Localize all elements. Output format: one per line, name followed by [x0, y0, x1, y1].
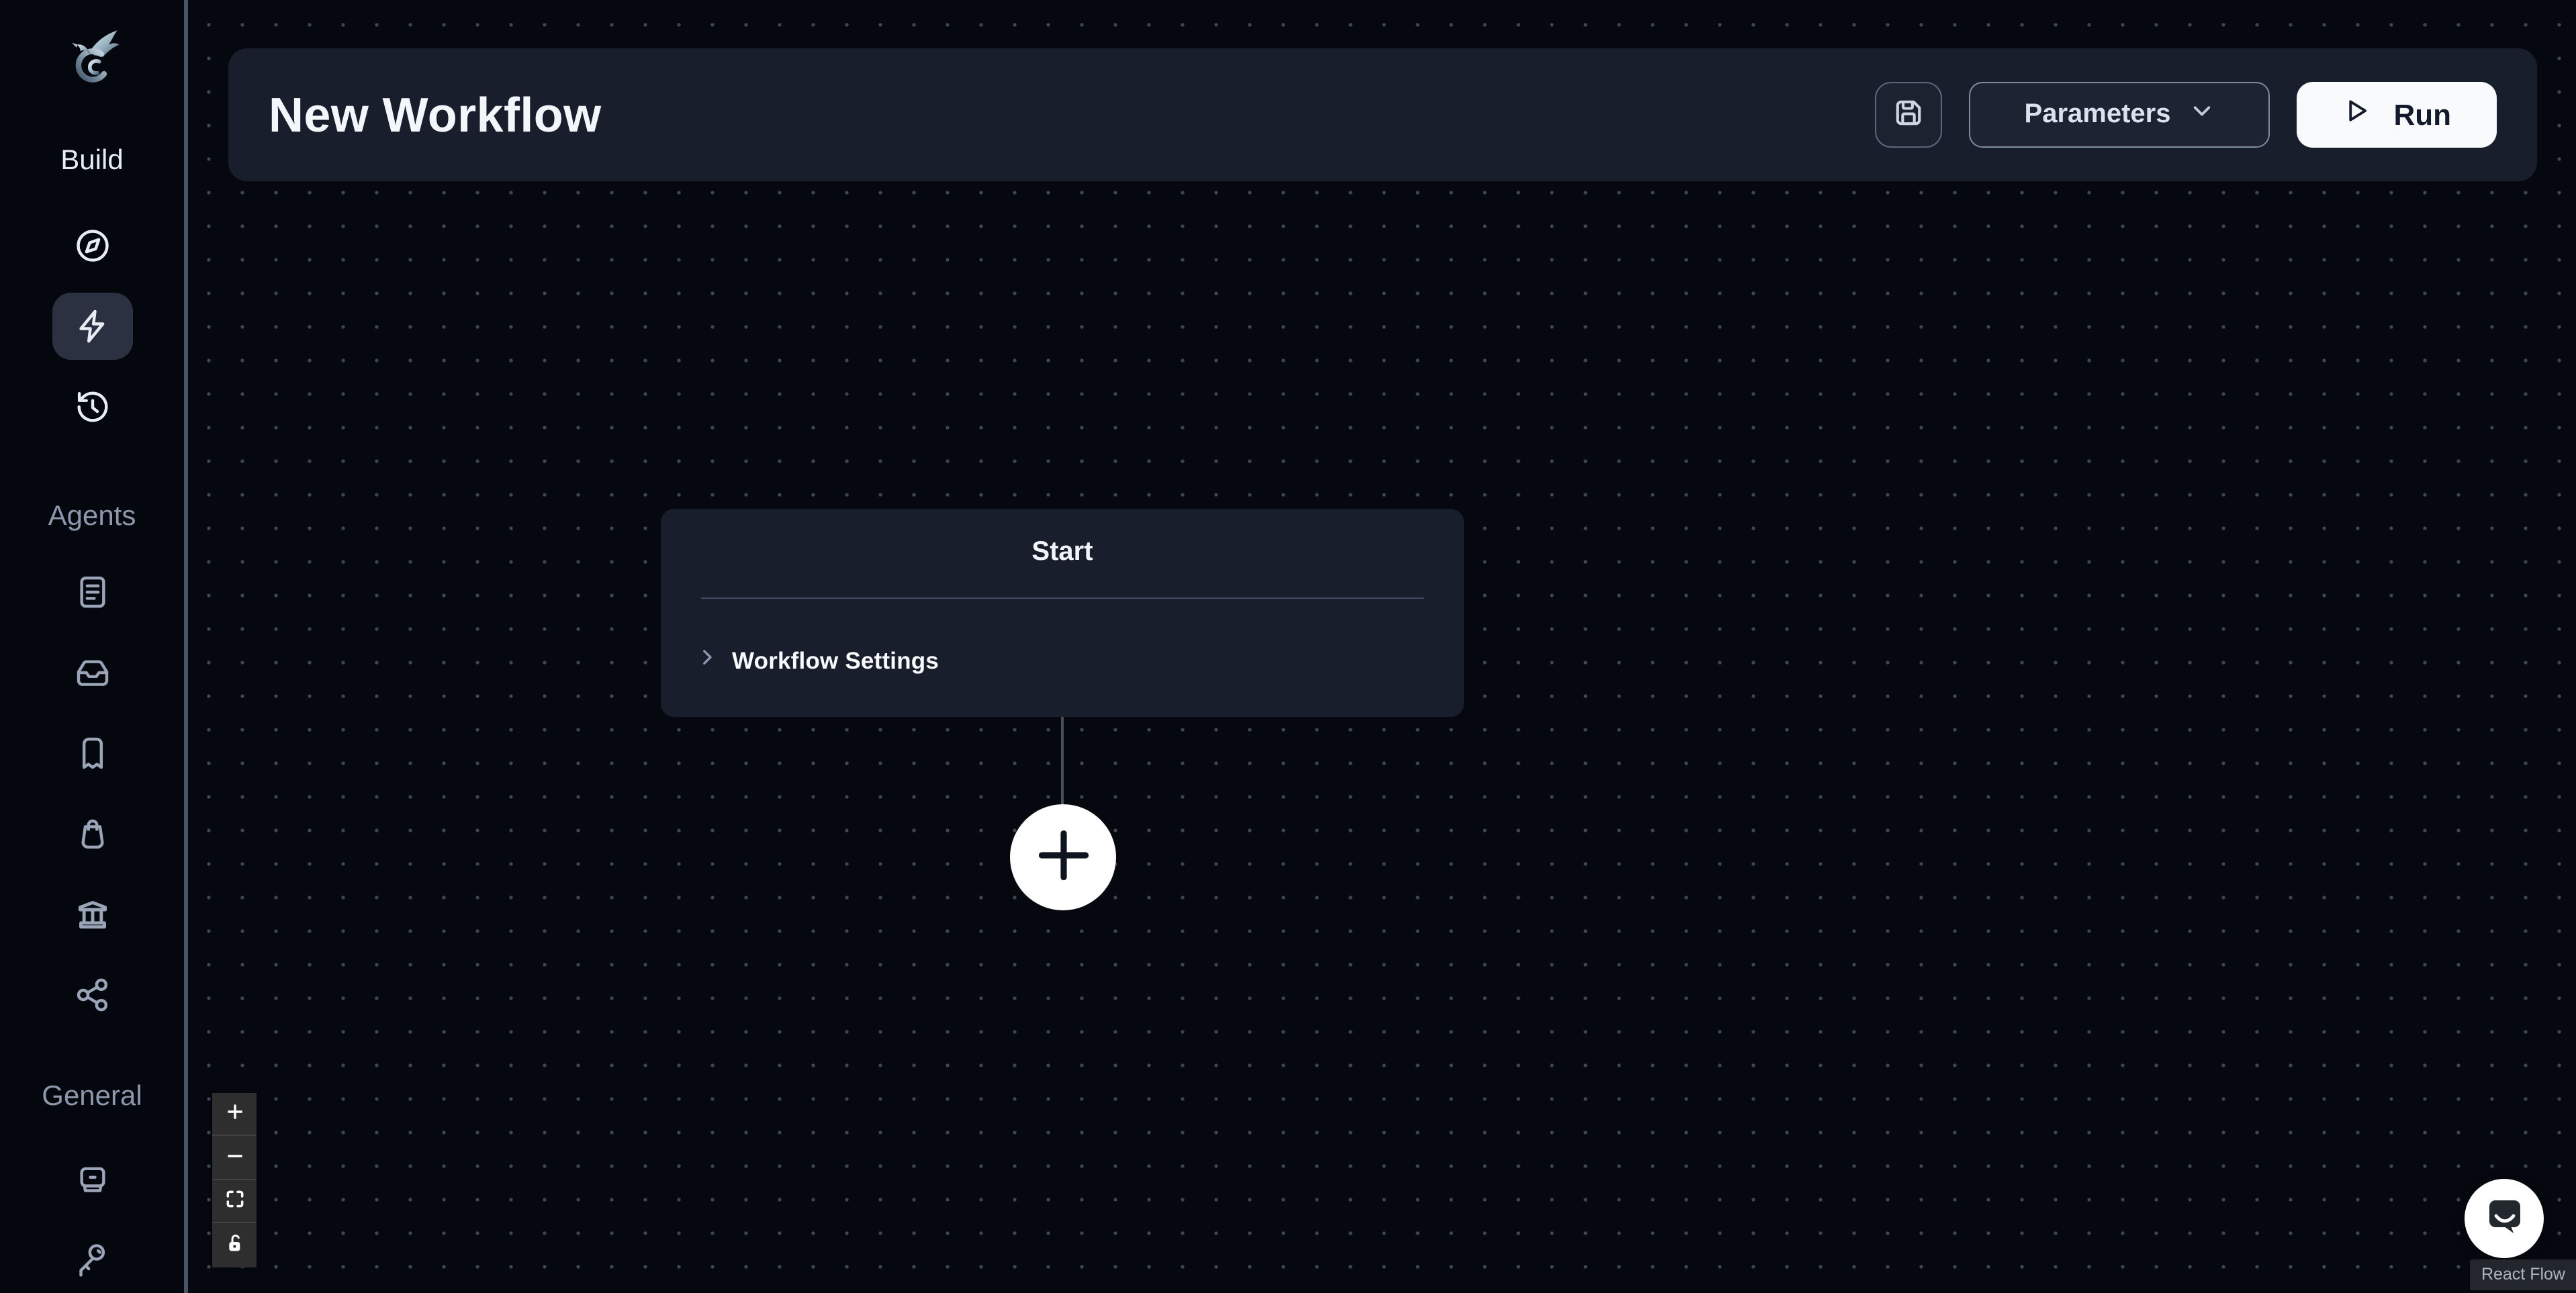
save-button[interactable] [1876, 82, 1943, 148]
sidebar-section-agents: Agents [48, 499, 136, 534]
chevron-down-icon [2189, 98, 2215, 132]
chat-launcher-button[interactable] [2465, 1179, 2544, 1258]
sidebar-section-general: General [42, 1080, 142, 1114]
start-node-title: Start [661, 537, 1464, 568]
workflow-settings-label: Workflow Settings [732, 646, 939, 675]
share-network-icon [73, 976, 111, 1014]
play-icon [2342, 97, 2371, 133]
receipt-icon [73, 734, 111, 772]
sidebar: Build [0, 0, 188, 1293]
bank-icon [73, 896, 111, 933]
parameters-label: Parameters [2025, 99, 2171, 130]
start-node[interactable]: Start Workflow Settings [661, 509, 1464, 717]
add-node-button[interactable] [1010, 804, 1116, 910]
notebook-icon [73, 573, 111, 611]
dragon-logo [53, 30, 131, 90]
lightning-bolt-icon [73, 307, 111, 345]
shopping-bag-icon [73, 815, 111, 853]
history-icon [73, 388, 111, 426]
parameters-button[interactable]: Parameters [1970, 82, 2270, 148]
fit-view-icon [224, 1188, 245, 1214]
flow-canvas[interactable]: New Workflow Parameters [188, 0, 2576, 1293]
workflow-title[interactable]: New Workflow [269, 87, 602, 143]
inbox-icon [73, 654, 111, 691]
sidebar-item-history[interactable] [52, 373, 132, 440]
lock-button[interactable] [212, 1223, 257, 1267]
minus-icon [224, 1145, 245, 1170]
sidebar-item-bank[interactable] [52, 881, 132, 948]
sidebar-item-receipts[interactable] [52, 720, 132, 787]
chevron-right-icon [696, 646, 719, 675]
key-icon [73, 1241, 111, 1278]
card-reader-icon [73, 1160, 111, 1198]
sidebar-item-keys[interactable] [52, 1226, 132, 1293]
node-edge [1061, 717, 1064, 806]
compass-icon [73, 227, 111, 265]
sidebar-item-console[interactable] [52, 1145, 132, 1212]
workflow-header: New Workflow Parameters [228, 48, 2537, 181]
fit-view-button[interactable] [212, 1180, 257, 1224]
run-button[interactable]: Run [2297, 82, 2497, 148]
chat-bubble-smile-icon [2481, 1194, 2527, 1243]
sidebar-section-build: Build [60, 144, 123, 179]
plus-icon [1032, 824, 1094, 890]
plus-icon [224, 1101, 245, 1127]
sidebar-item-workflows[interactable] [52, 293, 132, 360]
zoom-controls [212, 1093, 257, 1267]
sidebar-item-explore[interactable] [52, 212, 132, 279]
header-actions: Parameters Run [1876, 48, 2497, 181]
workflow-settings-toggle[interactable]: Workflow Settings [696, 646, 939, 675]
zoom-out-button[interactable] [212, 1137, 257, 1180]
react-flow-attribution[interactable]: React Flow [2471, 1259, 2576, 1290]
zoom-in-button[interactable] [212, 1093, 257, 1137]
sidebar-item-inbox[interactable] [52, 639, 132, 706]
node-divider [701, 597, 1424, 599]
app-window: Build [0, 0, 2576, 1293]
sidebar-item-marketplace[interactable] [52, 800, 132, 867]
save-icon [1892, 95, 1927, 134]
run-label: Run [2393, 97, 2451, 132]
lock-open-icon [224, 1233, 245, 1258]
sidebar-item-integrations[interactable] [52, 961, 132, 1028]
sidebar-item-notes[interactable] [52, 559, 132, 626]
